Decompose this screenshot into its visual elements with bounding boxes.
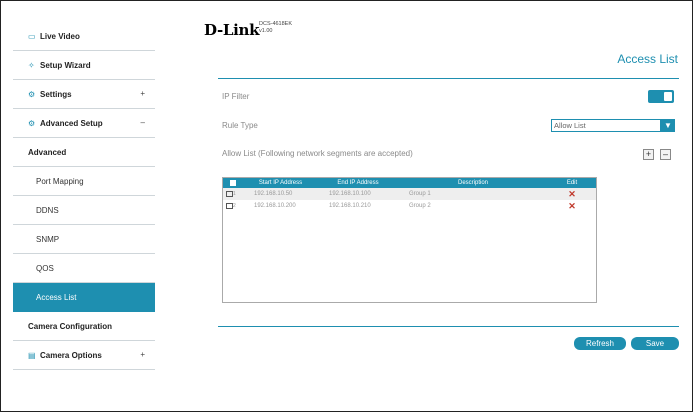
select-all-checkbox[interactable] — [223, 178, 243, 188]
sidebar-item-label: DDNS — [36, 205, 59, 215]
advanced-gear-icon: ⚙ — [28, 118, 36, 128]
column-header-start-ip: Start IP Address — [258, 180, 303, 186]
column-header-edit: Edit — [566, 180, 578, 186]
model-info: DCS-4618EK v1.00 — [259, 21, 292, 35]
cell-end-ip: 192.168.10.100 — [329, 191, 371, 197]
sidebar-item-camera-configuration[interactable]: Camera Configuration — [13, 312, 155, 341]
rule-type-label: Rule Type — [222, 121, 258, 130]
sidebar-section-label: Advanced — [28, 147, 67, 157]
row-index: 2 — [233, 203, 236, 209]
sidebar-item-label: Advanced Setup — [40, 118, 103, 128]
row-select-checkbox[interactable]: 1 — [223, 188, 243, 200]
allow-list-label: Allow List (Following network segments a… — [222, 149, 413, 158]
sidebar-item-label: Camera Configuration — [28, 321, 113, 331]
expand-icon: + — [140, 350, 145, 359]
expand-icon: + — [140, 89, 145, 98]
chevron-down-icon[interactable]: ▼ — [661, 119, 675, 132]
firmware-version: v1.00 — [259, 28, 273, 34]
row-select-checkbox[interactable]: 2 — [223, 200, 243, 212]
column-header-description: Description — [457, 180, 488, 186]
sidebar-item-qos[interactable]: QOS — [13, 254, 155, 283]
sidebar-item-label: SNMP — [36, 234, 60, 244]
video-icon: ▭ — [28, 31, 36, 41]
table-header: Start IP Address End IP Address Descript… — [223, 178, 596, 188]
sidebar-item-label: Settings — [40, 89, 72, 99]
cell-start-ip: 192.168.10.200 — [254, 203, 296, 209]
wand-icon: ✧ — [28, 60, 35, 70]
toggle-knob — [664, 92, 672, 101]
sidebar-item-port-mapping[interactable]: Port Mapping — [13, 167, 155, 196]
sidebar-item-access-list[interactable]: Access List — [13, 283, 155, 312]
sidebar-item-camera-options[interactable]: ▤ Camera Options + — [13, 341, 155, 370]
sidebar-item-snmp[interactable]: SNMP — [13, 225, 155, 254]
sidebar-item-label: QOS — [36, 263, 54, 273]
save-button[interactable]: Save — [631, 337, 679, 350]
sidebar-item-advanced-setup[interactable]: ⚙ Advanced Setup – — [13, 109, 155, 138]
add-rule-button[interactable]: + — [643, 149, 654, 160]
table-row: 2 192.168.10.200 192.168.10.210 Group 2 … — [223, 200, 596, 212]
row-index: 1 — [233, 191, 236, 197]
rule-type-select[interactable]: Allow List — [551, 119, 661, 132]
cell-end-ip: 192.168.10.210 — [329, 203, 371, 209]
remove-rule-button[interactable]: – — [660, 149, 671, 160]
sidebar: ▭ Live Video ✧ Setup Wizard ⚙ Settings +… — [13, 22, 155, 370]
divider-bottom — [218, 326, 679, 327]
cell-start-ip: 192.168.10.50 — [254, 191, 293, 197]
page-title: Access List — [617, 52, 678, 66]
collapse-icon: – — [140, 118, 145, 127]
gear-icon: ⚙ — [28, 89, 36, 99]
sidebar-item-label: Live Video — [40, 31, 80, 41]
ip-filter-label: IP Filter — [222, 92, 250, 101]
sidebar-item-setup-wizard[interactable]: ✧ Setup Wizard — [13, 51, 155, 80]
model-name: DCS-4618EK — [259, 21, 293, 27]
sidebar-item-ddns[interactable]: DDNS — [13, 196, 155, 225]
sidebar-item-label: Port Mapping — [36, 176, 84, 186]
sidebar-item-label: Camera Options — [40, 350, 102, 360]
sidebar-section-advanced: Advanced — [13, 138, 155, 167]
sidebar-item-settings[interactable]: ⚙ Settings + — [13, 80, 155, 109]
cell-description: Group 1 — [409, 191, 431, 197]
refresh-button[interactable]: Refresh — [574, 337, 626, 350]
sidebar-item-label: Setup Wizard — [40, 60, 91, 70]
access-list-table: Start IP Address End IP Address Descript… — [222, 177, 597, 303]
table-row: 1 192.168.10.50 192.168.10.100 Group 1 ✕ — [223, 188, 596, 200]
brand-logo: D-Link — [204, 21, 260, 39]
column-header-end-ip: End IP Address — [337, 180, 379, 186]
divider-top — [218, 78, 679, 79]
sidebar-item-live-video[interactable]: ▭ Live Video — [13, 22, 155, 51]
edit-icon[interactable]: ✕ — [548, 200, 596, 212]
cell-description: Group 2 — [409, 203, 431, 209]
edit-icon[interactable]: ✕ — [548, 188, 596, 200]
sidebar-item-label: Access List — [36, 292, 77, 302]
camera-options-icon: ▤ — [28, 350, 36, 360]
ip-filter-toggle[interactable] — [648, 90, 674, 103]
